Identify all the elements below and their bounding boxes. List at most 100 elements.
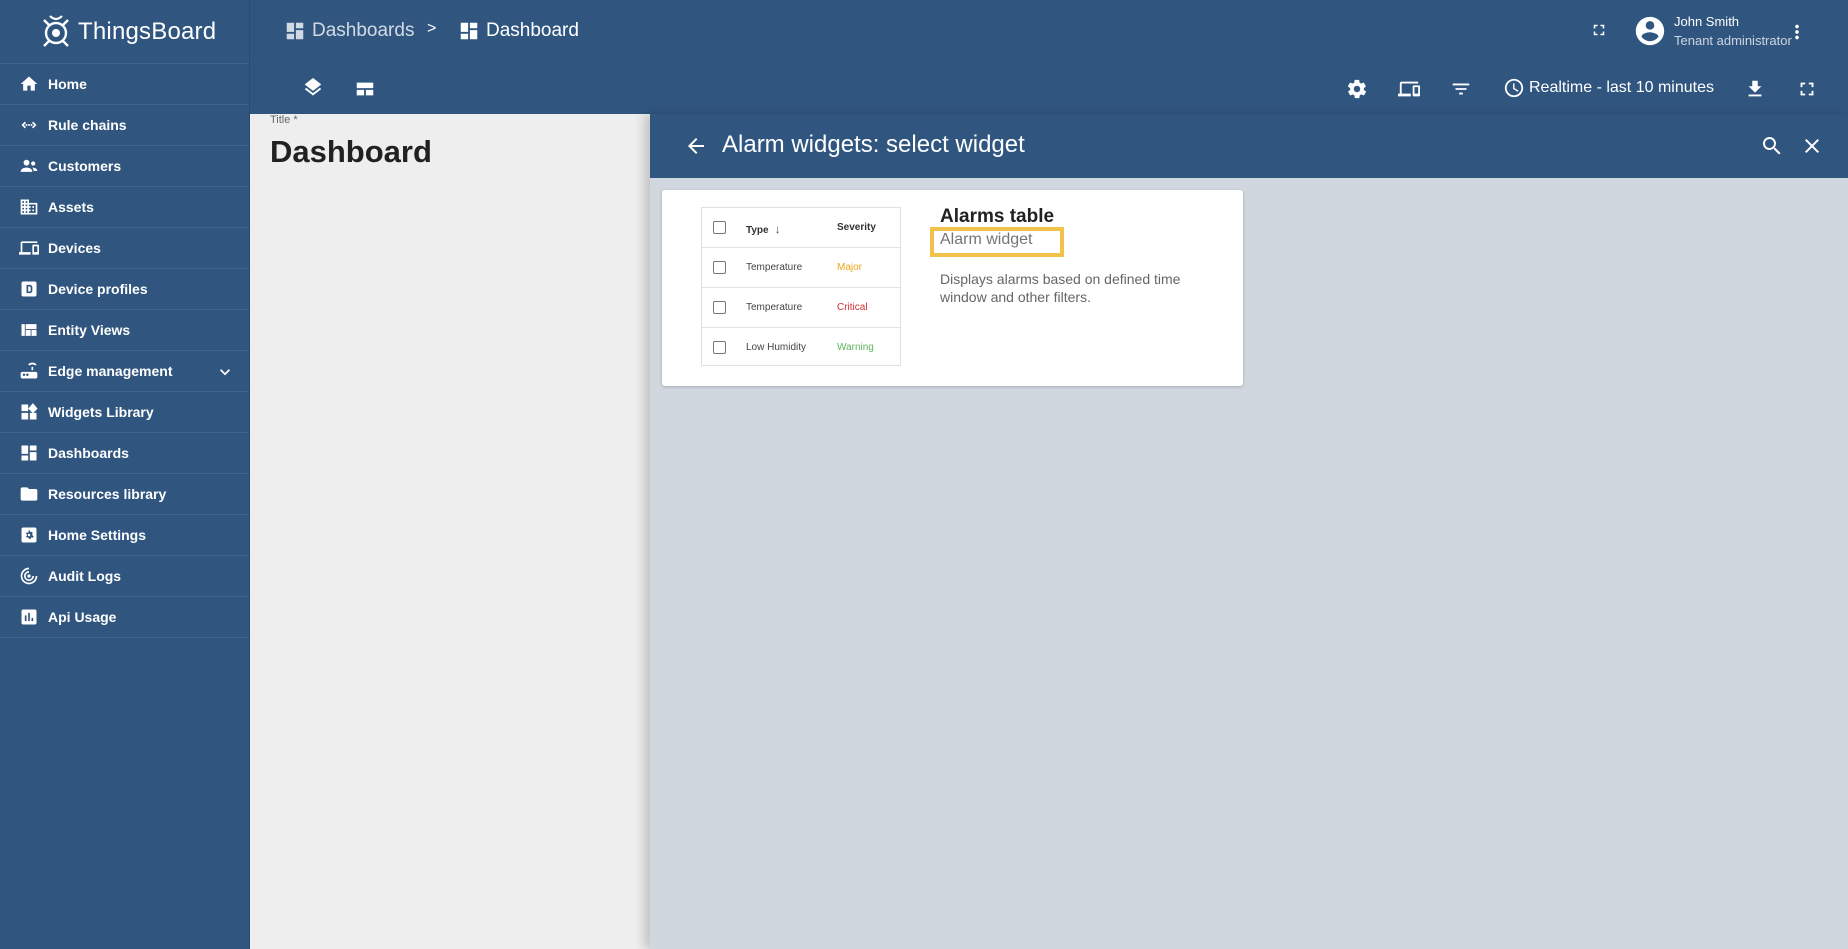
preview-cell-severity: Warning [837,342,874,353]
sidebar-item-label: Edge management [48,363,173,379]
back-button[interactable] [684,134,708,158]
sidebar-item-customers[interactable]: Customers [0,146,249,187]
sidebar-item-edge-management[interactable]: Edge management [0,351,249,392]
sidebar-item-audit-logs[interactable]: Audit Logs [0,556,249,597]
sidebar-item-label: Entity Views [48,322,131,338]
sidebar-item-label: Resources library [48,486,167,502]
sidebar-item-rule-chains[interactable]: Rule chains [0,105,249,146]
sidebar-item-widgets-library[interactable]: Widgets Library [0,392,249,433]
timewindow-button[interactable]: Realtime - last 10 minutes [1503,77,1714,99]
customers-icon [18,155,40,177]
sidebar-item-resources-library[interactable]: Resources library [0,474,249,515]
sidebar-item-label: Device profiles [48,281,148,297]
breadcrumb-label: Dashboard [486,20,579,41]
sidebar-item-label: Customers [48,158,122,174]
devices-button[interactable] [1396,76,1422,102]
sidebar: ThingsBoard Home Rule chains Customers A… [0,0,250,949]
settings-button[interactable] [1344,76,1370,102]
logo[interactable]: ThingsBoard [0,0,249,64]
api-usage-icon [18,606,40,628]
sidebar-item-label: Devices [48,240,101,256]
preview-row: Temperature Major [702,248,900,288]
preview-header-severity: Severity [837,222,876,233]
settings-icon [18,524,40,546]
breadcrumb-separator: > [427,20,437,37]
dashboards-icon [18,442,40,464]
breadcrumb-label: Dashboards [312,20,415,41]
sidebar-item-devices[interactable]: Devices [0,228,249,269]
fullscreen-button[interactable] [1590,21,1608,44]
device-profiles-icon [18,278,40,300]
gear-icon [1347,79,1367,99]
sidebar-item-label: Audit Logs [48,568,122,584]
sidebar-item-label: Dashboards [48,445,129,461]
fullscreen-dashboard-button[interactable] [1794,76,1820,102]
more-vert-icon [1795,24,1799,40]
checkbox-icon [713,261,726,274]
preview-header-row: Type ↓ Severity [702,208,900,248]
arrow-down-icon: ↓ [774,222,781,236]
search-icon [1763,137,1781,155]
widget-name: Alarms table [940,206,1055,227]
sidebar-item-label: Widgets Library [48,404,154,420]
sidebar-item-home-settings[interactable]: Home Settings [0,515,249,556]
sidebar-item-label: Home Settings [48,527,147,543]
more-menu-button[interactable] [1786,21,1808,48]
preview-header-type: Type [746,225,769,236]
sidebar-item-label: Rule chains [48,117,127,133]
view-quilt-icon [356,82,374,96]
preview-cell-type: Temperature [746,302,803,313]
entity-views-icon [18,319,40,341]
sidebar-item-device-profiles[interactable]: Device profiles [0,269,249,310]
panel-title: Alarm widgets: select widget [722,131,1025,158]
audit-icon [18,565,40,587]
filter-list-icon [1452,83,1470,95]
preview-cell-type: Low Humidity [746,342,807,353]
widget-type: Alarm widget [940,231,1033,248]
sidebar-item-assets[interactable]: Assets [0,187,249,228]
preview-row: Low Humidity Warning [702,328,900,368]
devices-icon [1398,81,1420,97]
fullscreen-icon [1593,24,1605,36]
sidebar-item-entity-views[interactable]: Entity Views [0,310,249,351]
devices-icon [18,237,40,259]
clock-icon [1504,78,1524,98]
dashboard-title[interactable]: Dashboard [270,134,432,170]
widget-card-alarms-table[interactable]: Type ↓ Severity Temperature Major Tempera… [662,190,1243,386]
preview-cell-severity: Major [837,262,863,273]
widgets-icon [18,401,40,423]
dashboard-toolbar: Realtime - last 10 minutes [250,64,1848,114]
fullscreen-icon [1800,82,1814,96]
user-role: Tenant administrator [1674,33,1792,48]
sidebar-item-label: Api Usage [48,609,117,625]
search-button[interactable] [1760,134,1784,158]
avatar[interactable] [1633,14,1667,48]
sidebar-item-label: Assets [48,199,94,215]
thingsboard-logo-icon [43,14,69,47]
dashboards-icon [286,22,304,40]
assets-icon [18,196,40,218]
breadcrumb-dashboards[interactable]: Dashboards [284,20,414,42]
layers-button[interactable] [300,76,326,102]
checkbox-icon [713,301,726,314]
breadcrumb-dashboard: Dashboard [458,20,579,42]
sidebar-item-api-usage[interactable]: Api Usage [0,597,249,638]
chevron-down-icon[interactable] [215,362,235,382]
widget-preview: Type ↓ Severity Temperature Major Tempera… [701,207,901,366]
close-icon [1805,139,1819,153]
close-button[interactable] [1800,134,1824,158]
download-button[interactable] [1742,76,1768,102]
widget-description: Displays alarms based on defined time wi… [940,271,1181,305]
checkbox-icon [713,341,726,354]
layout-button[interactable] [352,76,378,102]
preview-row: Temperature Critical [702,288,900,328]
top-header: Dashboards > Dashboard John Smith Tenant… [250,0,1848,64]
folder-icon [18,483,40,505]
checkbox-icon [713,221,726,234]
app-name: ThingsBoard [78,17,217,45]
panel-header: Alarm widgets: select widget [650,114,1848,178]
filter-button[interactable] [1448,76,1474,102]
sidebar-item-home[interactable]: Home [0,64,249,105]
sidebar-item-dashboards[interactable]: Dashboards [0,433,249,474]
account-circle-icon [1635,16,1665,46]
